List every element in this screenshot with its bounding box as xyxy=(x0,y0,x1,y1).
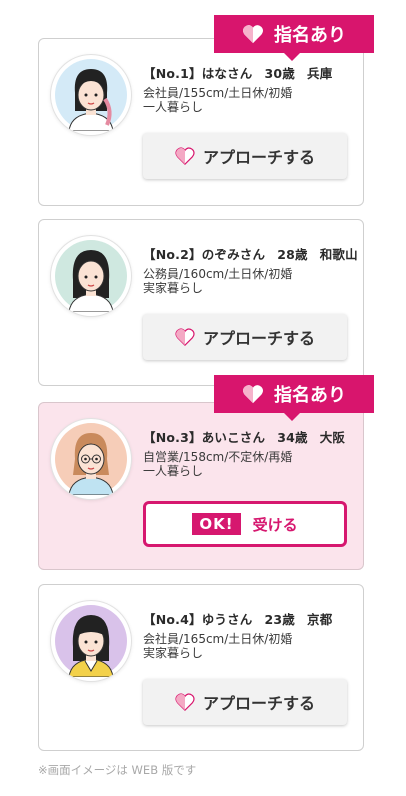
nominated-badge: 指名あり xyxy=(214,375,374,421)
profile-card-4: 【No.4】ゆうさん 23歳 京都 会社員/165cm/土日休/初婚 実家暮らし アプ… xyxy=(38,584,364,751)
profile-title: 【No.2】のぞみさん 28歳 和歌山 xyxy=(143,247,358,262)
avatar-illustration xyxy=(55,240,127,312)
avatar-illustration xyxy=(55,59,127,131)
avatar-illustration xyxy=(55,605,127,677)
profile-card-2: 【No.2】のぞみさん 28歳 和歌山 公務員/160cm/土日休/初婚 実家暮らし … xyxy=(38,219,364,386)
accept-label: 受ける xyxy=(252,515,298,534)
accept-button[interactable]: OK! 受ける xyxy=(143,501,347,547)
approach-button[interactable]: アプローチする xyxy=(143,314,347,360)
profile-title: 【No.3】あいこさん 34歳 大阪 xyxy=(143,430,346,445)
avatar-illustration xyxy=(55,423,127,495)
profile-details: 自営業/158cm/不定休/再婚 一人暮らし xyxy=(143,450,293,478)
avatar xyxy=(51,419,131,499)
profile-details: 公務員/160cm/土日休/初婚 実家暮らし xyxy=(143,267,293,295)
profile-details: 会社員/165cm/土日休/初婚 実家暮らし xyxy=(143,632,293,660)
profile-title: 【No.4】ゆうさん 23歳 京都 xyxy=(143,612,333,627)
heart-icon xyxy=(243,25,263,44)
profile-card-1: 【No.1】はなさん 30歳 兵庫 会社員/155cm/土日休/初婚 一人暮らし アプ… xyxy=(38,38,364,206)
half-heart-icon xyxy=(175,147,195,165)
avatar xyxy=(51,236,131,316)
profile-card-3: 【No.3】あいこさん 34歳 大阪 自営業/158cm/不定休/再婚 一人暮らし O… xyxy=(38,402,364,570)
nominated-badge: 指名あり xyxy=(214,15,374,61)
half-heart-icon xyxy=(175,693,195,711)
avatar xyxy=(51,55,131,135)
footer-note: ※画面イメージは WEB 版です xyxy=(38,763,197,777)
profile-title: 【No.1】はなさん 30歳 兵庫 xyxy=(143,66,333,81)
profile-details: 会社員/155cm/土日休/初婚 一人暮らし xyxy=(143,86,293,114)
avatar xyxy=(51,601,131,681)
nominated-badge-label: 指名あり xyxy=(274,385,346,406)
approach-button[interactable]: アプローチする xyxy=(143,133,347,179)
nominated-badge-label: 指名あり xyxy=(274,25,346,46)
heart-icon xyxy=(243,385,263,404)
approach-button[interactable]: アプローチする xyxy=(143,679,347,725)
ok-badge: OK! xyxy=(192,513,241,535)
half-heart-icon xyxy=(175,328,195,346)
